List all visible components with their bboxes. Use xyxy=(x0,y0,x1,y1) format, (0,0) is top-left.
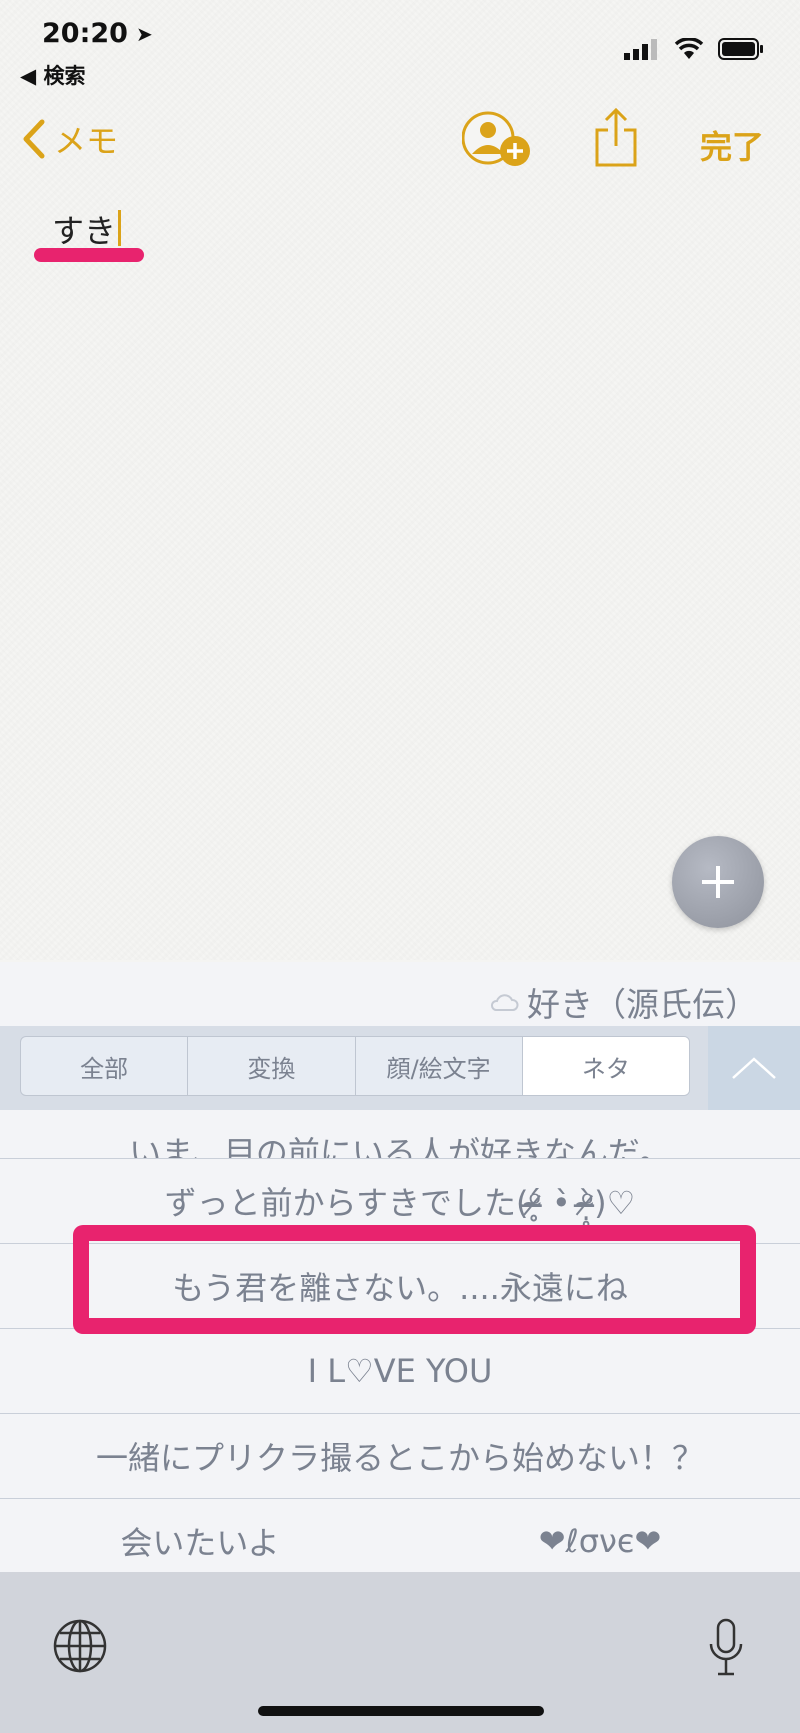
top-candidate-text: 好き（源氏伝） xyxy=(527,985,758,1024)
candidate-text[interactable]: ❤ℓσνє❤ xyxy=(400,1522,800,1560)
text-caret xyxy=(118,210,122,246)
location-arrow-icon: ➤ xyxy=(136,22,153,46)
candidate-list: いま、目の前にいる人が好きなんだ。 ずっと前からすきでした(ᵒ̴̶̷̥́ •̀ … xyxy=(0,1110,800,1584)
chevron-left-icon xyxy=(23,119,45,159)
category-segmented-control: 全部 変換 顔/絵文字 ネタ xyxy=(20,1036,690,1096)
tab-neta[interactable]: ネタ xyxy=(522,1037,689,1095)
add-person-icon xyxy=(461,111,530,166)
globe-icon xyxy=(53,1619,107,1673)
done-button[interactable]: 完了 xyxy=(700,122,764,168)
chevron-up-icon xyxy=(732,1057,776,1079)
note-text: すき xyxy=(52,212,117,250)
add-attachment-button[interactable] xyxy=(672,836,764,928)
tab-kaomoji-emoji[interactable]: 顔/絵文字 xyxy=(356,1037,523,1095)
cloud-icon xyxy=(490,994,519,1011)
candidate-text[interactable]: 会いたいよ xyxy=(0,1518,400,1564)
back-to-notes-button[interactable]: メモ xyxy=(22,116,118,162)
share-icon xyxy=(595,107,637,167)
tab-conversion[interactable]: 変換 xyxy=(188,1037,356,1095)
note-text-area[interactable]: すき xyxy=(52,206,122,252)
microphone-icon xyxy=(709,1618,743,1676)
top-candidate[interactable]: 好き（源氏伝） xyxy=(489,978,758,1026)
dictation-button[interactable] xyxy=(706,1618,746,1682)
tab-all[interactable]: 全部 xyxy=(21,1037,189,1095)
list-item[interactable]: 一緒にプリクラ撮るとこから始めない！？ xyxy=(0,1414,800,1499)
note-paper-background xyxy=(0,0,800,960)
list-item[interactable]: I L♡VE YOU xyxy=(0,1329,800,1414)
marked-text-underline xyxy=(34,248,144,262)
wifi-icon xyxy=(674,38,704,59)
candidate-text: 一緒にプリクラ撮るとこから始めない！？ xyxy=(95,1439,704,1477)
status-time: 20:20 xyxy=(42,18,128,49)
back-button-label: メモ xyxy=(54,122,119,160)
candidate-text: いま、目の前にいる人が好きなんだ。 xyxy=(129,1134,671,1159)
battery-icon xyxy=(718,38,763,60)
home-indicator[interactable] xyxy=(258,1706,544,1716)
add-people-button[interactable] xyxy=(461,110,534,176)
candidate-text: I L♡VE YOU xyxy=(307,1352,493,1390)
highlight-frame xyxy=(73,1225,756,1334)
share-button[interactable] xyxy=(594,107,638,172)
collapse-candidates-button[interactable] xyxy=(708,1026,800,1110)
plus-icon xyxy=(702,866,734,898)
cellular-signal-icon xyxy=(624,39,657,60)
candidate-text: ずっと前からすきでした(ᵒ̴̶̷̥́ •̀ ᵒ̴̶̷̣̥̀)♡ xyxy=(164,1184,636,1222)
list-item[interactable]: いま、目の前にいる人が好きなんだ。 xyxy=(0,1110,800,1159)
keyboard-switch-button[interactable] xyxy=(52,1618,108,1678)
back-to-app-link[interactable]: ◀ 検索 xyxy=(20,60,85,90)
status-indicators xyxy=(624,36,764,62)
